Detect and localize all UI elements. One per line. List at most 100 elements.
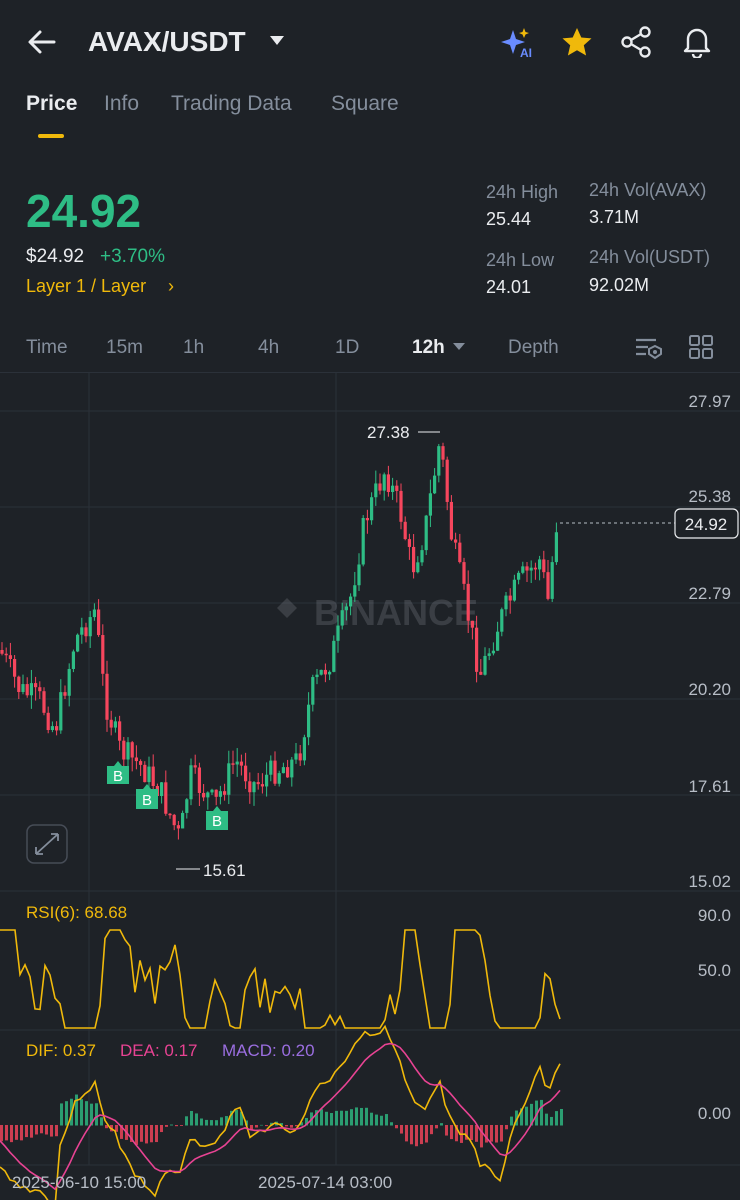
interval-time[interactable]: Time bbox=[26, 337, 68, 359]
bell-icon[interactable] bbox=[680, 24, 714, 58]
macd-bar bbox=[160, 1125, 163, 1133]
candle-body bbox=[416, 562, 420, 573]
candle-body bbox=[269, 760, 273, 775]
candle-body bbox=[92, 609, 96, 618]
y-tick: 17.61 bbox=[688, 777, 731, 796]
candle-body bbox=[181, 812, 185, 829]
candle-body bbox=[185, 799, 189, 813]
back-arrow-icon[interactable] bbox=[26, 28, 58, 56]
tab-info[interactable]: Info bbox=[104, 92, 139, 116]
vol-base-label: 24h Vol(AVAX) bbox=[589, 180, 707, 200]
macd-bar bbox=[495, 1125, 498, 1143]
macd-bar bbox=[25, 1125, 28, 1138]
star-icon[interactable] bbox=[560, 26, 594, 58]
candle-body bbox=[504, 595, 508, 610]
candle-body bbox=[508, 595, 512, 601]
candle-body bbox=[542, 559, 546, 573]
y-tick: 22.79 bbox=[688, 584, 731, 603]
candle-body bbox=[521, 566, 525, 573]
macd-bar bbox=[475, 1125, 478, 1142]
x-axis-label: 2025-06-10 15:00 bbox=[12, 1173, 146, 1192]
candle-body bbox=[256, 782, 260, 785]
candle-body bbox=[101, 635, 105, 674]
candle-body bbox=[357, 564, 361, 586]
candle-body bbox=[483, 655, 487, 675]
macd-bar bbox=[555, 1111, 558, 1126]
candle-body bbox=[231, 763, 235, 765]
macd-bar bbox=[350, 1109, 353, 1126]
macd-bar bbox=[355, 1107, 358, 1126]
candle-body bbox=[118, 721, 122, 741]
candle-body bbox=[143, 764, 147, 783]
pair-title[interactable]: AVAX/USDT bbox=[88, 26, 246, 58]
candle-body bbox=[151, 766, 155, 786]
candle-body bbox=[206, 792, 210, 798]
indicator-settings-icon[interactable] bbox=[634, 334, 664, 362]
svg-text:B: B bbox=[212, 813, 222, 830]
macd-bar bbox=[205, 1119, 208, 1126]
candle-body bbox=[290, 759, 294, 778]
macd-bar bbox=[380, 1115, 383, 1126]
candle-body bbox=[323, 669, 327, 675]
tab-square[interactable]: Square bbox=[331, 92, 399, 116]
buy-marker[interactable]: B bbox=[136, 784, 158, 809]
macd-bar bbox=[330, 1113, 333, 1126]
candle-body bbox=[466, 583, 470, 621]
interval-4h[interactable]: 4h bbox=[258, 337, 279, 359]
candle-body bbox=[244, 765, 248, 782]
macd-bar bbox=[30, 1125, 33, 1138]
buy-marker[interactable]: B bbox=[107, 761, 129, 785]
candle-body bbox=[13, 658, 17, 677]
last-price: 24.92 bbox=[26, 185, 142, 237]
layout-grid-icon[interactable] bbox=[688, 334, 714, 360]
macd-bar bbox=[480, 1125, 483, 1148]
interval-1h[interactable]: 1h bbox=[183, 337, 204, 359]
expand-chart-button[interactable] bbox=[26, 824, 68, 864]
candle-body bbox=[365, 518, 369, 521]
candle-body bbox=[21, 684, 25, 693]
tab-trading-data[interactable]: Trading Data bbox=[171, 92, 292, 116]
rsi-label: RSI(6): 68.68 bbox=[26, 903, 127, 922]
candle-body bbox=[84, 627, 88, 637]
candle-body bbox=[475, 627, 479, 672]
macd-bar bbox=[80, 1099, 83, 1126]
macd-bar bbox=[190, 1110, 193, 1126]
buy-marker[interactable]: B bbox=[206, 806, 228, 830]
interval-12h[interactable]: 12h bbox=[412, 337, 445, 359]
candle-body bbox=[294, 753, 298, 760]
chevron-down-icon[interactable] bbox=[270, 36, 284, 45]
binance-watermark: BINANCE bbox=[277, 592, 478, 633]
candle-body bbox=[344, 606, 348, 611]
ai-sparkle-icon[interactable]: AI bbox=[500, 26, 536, 60]
macd-label: MACD: 0.20 bbox=[222, 1041, 315, 1060]
candle-body bbox=[126, 742, 130, 760]
macd-bar bbox=[0, 1125, 3, 1142]
macd-bar bbox=[35, 1125, 38, 1135]
candle-body bbox=[248, 781, 252, 793]
dea-label: DEA: 0.17 bbox=[120, 1041, 198, 1060]
rsi-tick: 90.0 bbox=[698, 906, 731, 925]
candle-body bbox=[277, 773, 281, 784]
tab-bar: Price Info Trading Data Square bbox=[0, 92, 740, 138]
candle-body bbox=[525, 566, 529, 571]
candle-body bbox=[470, 620, 474, 628]
macd-bar bbox=[60, 1103, 63, 1126]
chevron-right-icon[interactable]: › bbox=[168, 276, 174, 297]
top-bar: AVAX/USDT AI bbox=[0, 0, 740, 84]
category-tag[interactable]: Layer 1 / Layer bbox=[26, 276, 146, 297]
share-icon[interactable] bbox=[620, 26, 654, 58]
interval-depth[interactable]: Depth bbox=[508, 337, 559, 359]
candle-body bbox=[353, 585, 357, 597]
candle-body bbox=[441, 446, 445, 460]
price-chart[interactable]: BINANCE 27.38 15.61 B B B 24.92 27.97 25… bbox=[0, 373, 740, 1200]
candle-body bbox=[42, 691, 46, 713]
candle-body bbox=[189, 765, 193, 800]
macd-bar bbox=[345, 1110, 348, 1126]
interval-dropdown-icon[interactable] bbox=[453, 343, 465, 350]
interval-1d[interactable]: 1D bbox=[335, 337, 359, 359]
candle-body bbox=[4, 653, 8, 656]
macd-bar bbox=[20, 1125, 23, 1141]
tab-price[interactable]: Price bbox=[26, 92, 77, 116]
interval-15m[interactable]: 15m bbox=[106, 337, 143, 359]
candle-body bbox=[496, 631, 500, 651]
